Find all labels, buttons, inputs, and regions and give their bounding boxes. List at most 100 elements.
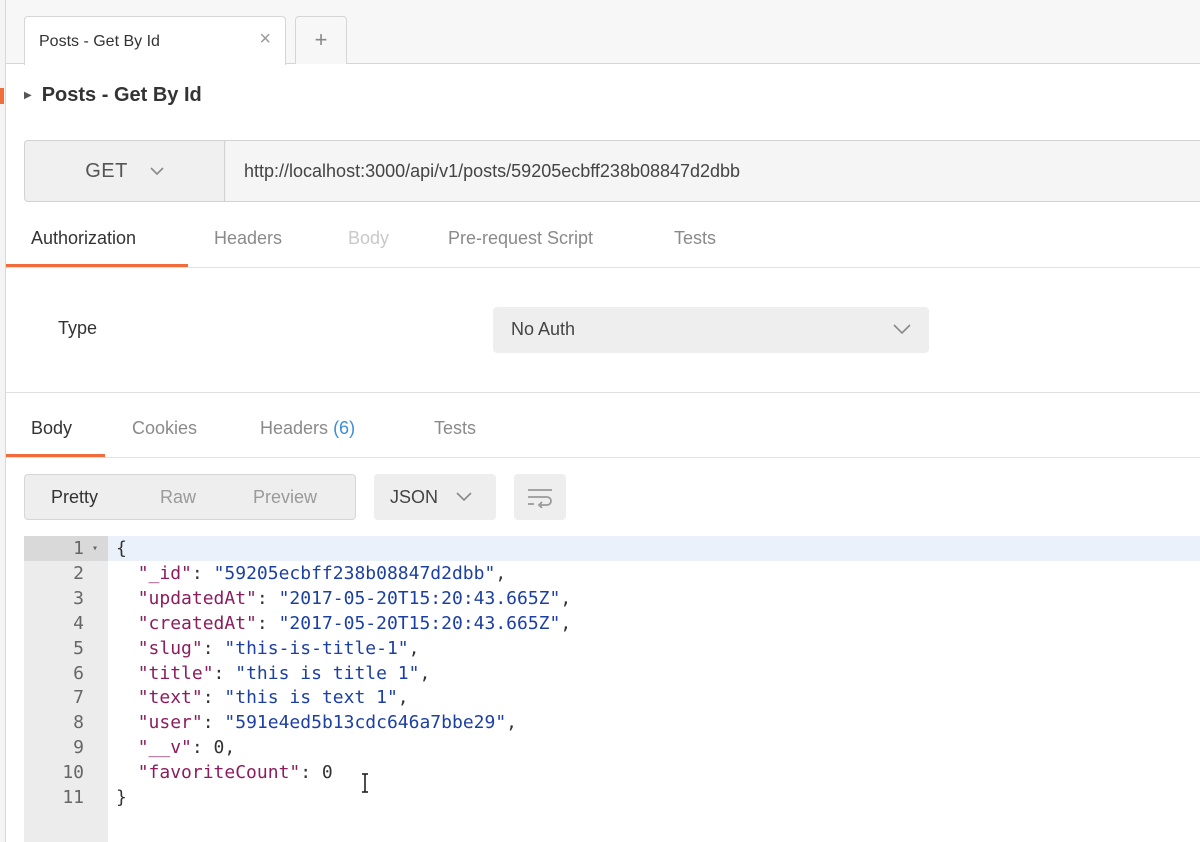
json-punct <box>116 712 138 733</box>
fold-caret-icon[interactable]: ▾ <box>92 536 98 561</box>
json-key: "title" <box>137 662 214 684</box>
json-string: "2017-05-20T15:20:43.665Z" <box>278 612 561 634</box>
tab-pre-request-script[interactable]: Pre-request Script <box>448 228 593 249</box>
code-line: 8 "user": "591e4ed5b13cdc646a7bbe29", <box>24 710 1200 735</box>
code-text: { <box>116 536 127 561</box>
json-punct <box>116 638 138 659</box>
code-text: "text": "this is text 1", <box>116 685 409 710</box>
json-punct <box>116 737 138 758</box>
tab-response-headers[interactable]: Headers (6) <box>260 418 355 439</box>
tab-body[interactable]: Body <box>348 228 389 249</box>
json-punct <box>116 613 138 634</box>
json-punct: : <box>202 712 225 734</box>
json-string: "591e4ed5b13cdc646a7bbe29" <box>224 712 507 734</box>
preview-button[interactable]: Preview <box>253 487 317 508</box>
json-string: "59205ecbff238b08847d2dbb" <box>213 562 496 584</box>
method-select[interactable]: GET <box>25 141 225 201</box>
line-number: 10 <box>62 762 84 784</box>
response-tabs: Body Cookies Headers (6) Tests <box>6 404 1200 458</box>
tab-response-body[interactable]: Body <box>31 418 72 439</box>
json-punct: , <box>506 712 518 734</box>
tab-bar: Posts - Get By Id × + <box>6 0 1200 65</box>
pretty-button[interactable]: Pretty <box>51 487 98 508</box>
json-string: "this is text 1" <box>224 687 398 709</box>
json-punct <box>116 588 138 609</box>
auth-type-label: Type <box>58 318 98 338</box>
request-tab-label: Posts - Get By Id <box>39 33 160 50</box>
url-bar: GET <box>24 140 1200 202</box>
json-key: "text" <box>137 687 203 709</box>
request-title: Posts - Get By Id <box>41 83 202 106</box>
code-text: "title": "this is title 1", <box>116 661 431 686</box>
format-label: JSON <box>390 486 439 507</box>
caret-right-icon[interactable]: ▶ <box>24 90 32 101</box>
code-line: 3 "updatedAt": "2017-05-20T15:20:43.665Z… <box>24 586 1200 611</box>
plus-icon: + <box>314 27 328 52</box>
json-punct: : <box>202 687 225 709</box>
code-text: "slug": "this-is-title-1", <box>116 636 420 661</box>
json-punct: { <box>116 538 127 559</box>
code-text: } <box>116 785 127 810</box>
json-punct: , <box>397 687 409 709</box>
active-tab-indicator <box>6 264 188 267</box>
json-string: "2017-05-20T15:20:43.665Z" <box>278 587 561 609</box>
json-key: "updatedAt" <box>137 587 257 609</box>
code-text: "user": "591e4ed5b13cdc646a7bbe29", <box>116 710 517 735</box>
code-line: 7 "text": "this is text 1", <box>24 685 1200 710</box>
json-punct: } <box>116 787 127 808</box>
close-icon[interactable]: × <box>259 29 271 49</box>
json-punct: , <box>408 637 420 659</box>
line-number: 3 <box>73 587 84 609</box>
tab-tests[interactable]: Tests <box>674 228 716 249</box>
json-punct: , <box>419 662 431 684</box>
wrap-lines-icon <box>528 489 552 508</box>
json-punct: , <box>495 562 507 584</box>
raw-button[interactable]: Raw <box>160 487 196 508</box>
json-key: "createdAt" <box>137 612 257 634</box>
code-text: "favoriteCount": 0 <box>116 760 333 785</box>
line-number: 8 <box>73 712 84 734</box>
chevron-down-icon <box>893 324 911 335</box>
wrap-lines-button[interactable] <box>514 474 566 520</box>
json-string: "this is title 1" <box>235 662 420 684</box>
json-punct: : <box>191 562 214 584</box>
response-divider <box>6 392 1200 393</box>
url-input[interactable] <box>226 141 1200 201</box>
json-punct: : 0 <box>300 762 333 784</box>
line-number: 6 <box>73 662 84 684</box>
tab-response-tests[interactable]: Tests <box>434 418 476 439</box>
text-cursor-icon <box>362 773 368 793</box>
tab-headers[interactable]: Headers <box>214 228 282 249</box>
json-key: "user" <box>137 712 203 734</box>
line-number: 9 <box>73 737 84 759</box>
line-number: 2 <box>73 562 84 584</box>
json-punct: : <box>256 612 279 634</box>
code-line: 6 "title": "this is title 1", <box>24 661 1200 686</box>
json-punct: , <box>560 612 572 634</box>
code-line: 9 "__v": 0, <box>24 735 1200 760</box>
request-tab[interactable]: Posts - Get By Id × <box>24 16 286 65</box>
json-punct <box>116 663 138 684</box>
tab-authorization[interactable]: Authorization <box>31 228 136 249</box>
json-punct <box>116 563 138 584</box>
view-mode-toggle: Pretty Raw Preview <box>24 474 356 520</box>
json-punct: : <box>213 662 236 684</box>
json-punct: , <box>560 587 572 609</box>
json-key: "__v" <box>137 737 192 759</box>
json-string: "this-is-title-1" <box>224 637 409 659</box>
format-select[interactable]: JSON <box>374 474 496 520</box>
line-number: 7 <box>73 687 84 709</box>
code-line: 11} <box>24 785 1200 810</box>
line-number: 1 <box>73 538 84 559</box>
sidebar-active-marker <box>0 88 4 104</box>
auth-type-select[interactable]: No Auth <box>493 307 929 353</box>
json-punct: : <box>256 587 279 609</box>
request-title-row[interactable]: ▶ Posts - Get By Id <box>24 80 202 110</box>
json-key: "slug" <box>137 637 203 659</box>
tab-cookies[interactable]: Cookies <box>132 418 197 439</box>
new-tab-button[interactable]: + <box>295 16 347 64</box>
code-text: "updatedAt": "2017-05-20T15:20:43.665Z", <box>116 586 572 611</box>
code-line: 10 "favoriteCount": 0 <box>24 760 1200 785</box>
response-body-editor[interactable]: 1 ▾{2 "_id": "59205ecbff238b08847d2dbb", 3… <box>24 536 1200 842</box>
json-key: "_id" <box>137 562 192 584</box>
